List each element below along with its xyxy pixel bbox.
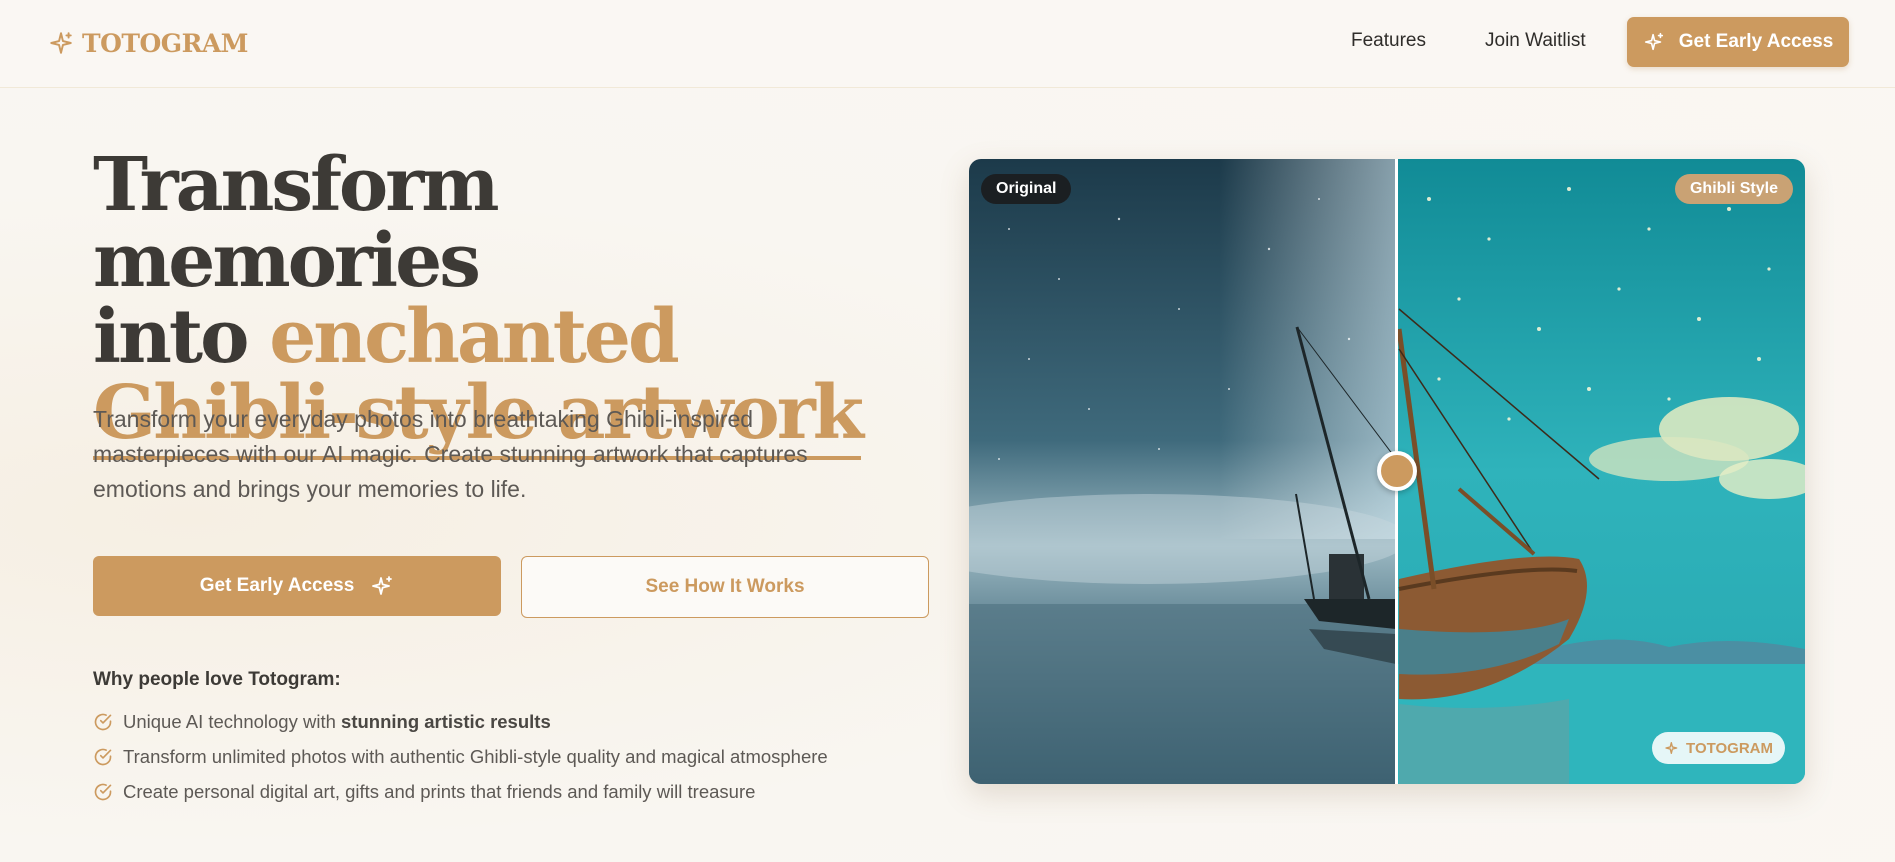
- benefits-list: Unique AI technology with stunning artis…: [93, 704, 828, 809]
- hero-subtitle: Transform your everyday photos into brea…: [93, 406, 808, 502]
- header-get-early-access-button[interactable]: Get Early Access: [1627, 17, 1849, 67]
- sparkle-icon: [1644, 32, 1663, 51]
- totogram-watermark: TOTOGRAM: [1652, 732, 1785, 764]
- list-item: Unique AI technology with stunning artis…: [93, 704, 828, 739]
- hero-get-early-access-button[interactable]: Get Early Access: [93, 556, 501, 616]
- watermark-text: TOTOGRAM: [1686, 739, 1773, 757]
- check-circle-icon: [94, 713, 112, 730]
- headline-line-1: Transform memories: [93, 142, 500, 304]
- headline-into: into: [93, 294, 270, 380]
- sparkle-icon: [50, 32, 72, 54]
- comparison-slider-handle[interactable]: [1377, 451, 1417, 491]
- benefit-text: Create personal digital art, gifts and p…: [123, 780, 756, 802]
- sparkle-icon: [1665, 742, 1678, 754]
- logo-text: TOTOGRAM: [82, 28, 248, 58]
- benefit-text: Transform unlimited photos with authenti…: [123, 745, 828, 767]
- logo[interactable]: TOTOGRAM: [48, 27, 248, 59]
- hero-primary-label: Get Early Access: [199, 575, 355, 596]
- see-how-it-works-button[interactable]: See How It Works: [521, 556, 929, 618]
- site-header: TOTOGRAM Features Join Waitlist Get Earl…: [0, 0, 1895, 88]
- header-cta-label: Get Early Access: [1678, 31, 1834, 52]
- ghibli-style-label: Ghibli Style: [1674, 174, 1793, 204]
- original-label: Original: [981, 174, 1072, 204]
- before-after-comparison[interactable]: Original Ghibli Style TOTOGRAM: [969, 159, 1805, 784]
- list-item: Transform unlimited photos with authenti…: [93, 739, 828, 774]
- why-title: Why people love Totogram:: [93, 669, 341, 690]
- sparkle-icon: [372, 576, 393, 595]
- nav-join-waitlist-link[interactable]: Join Waitlist: [1485, 30, 1586, 52]
- check-circle-icon: [94, 748, 112, 765]
- check-circle-icon: [94, 783, 112, 800]
- benefit-bold: stunning artistic results: [341, 710, 551, 732]
- nav-features-link[interactable]: Features: [1351, 30, 1426, 52]
- headline-accent: enchanted: [269, 294, 679, 380]
- list-item: Create personal digital art, gifts and p…: [93, 774, 828, 809]
- benefit-text: Unique AI technology with: [123, 710, 342, 732]
